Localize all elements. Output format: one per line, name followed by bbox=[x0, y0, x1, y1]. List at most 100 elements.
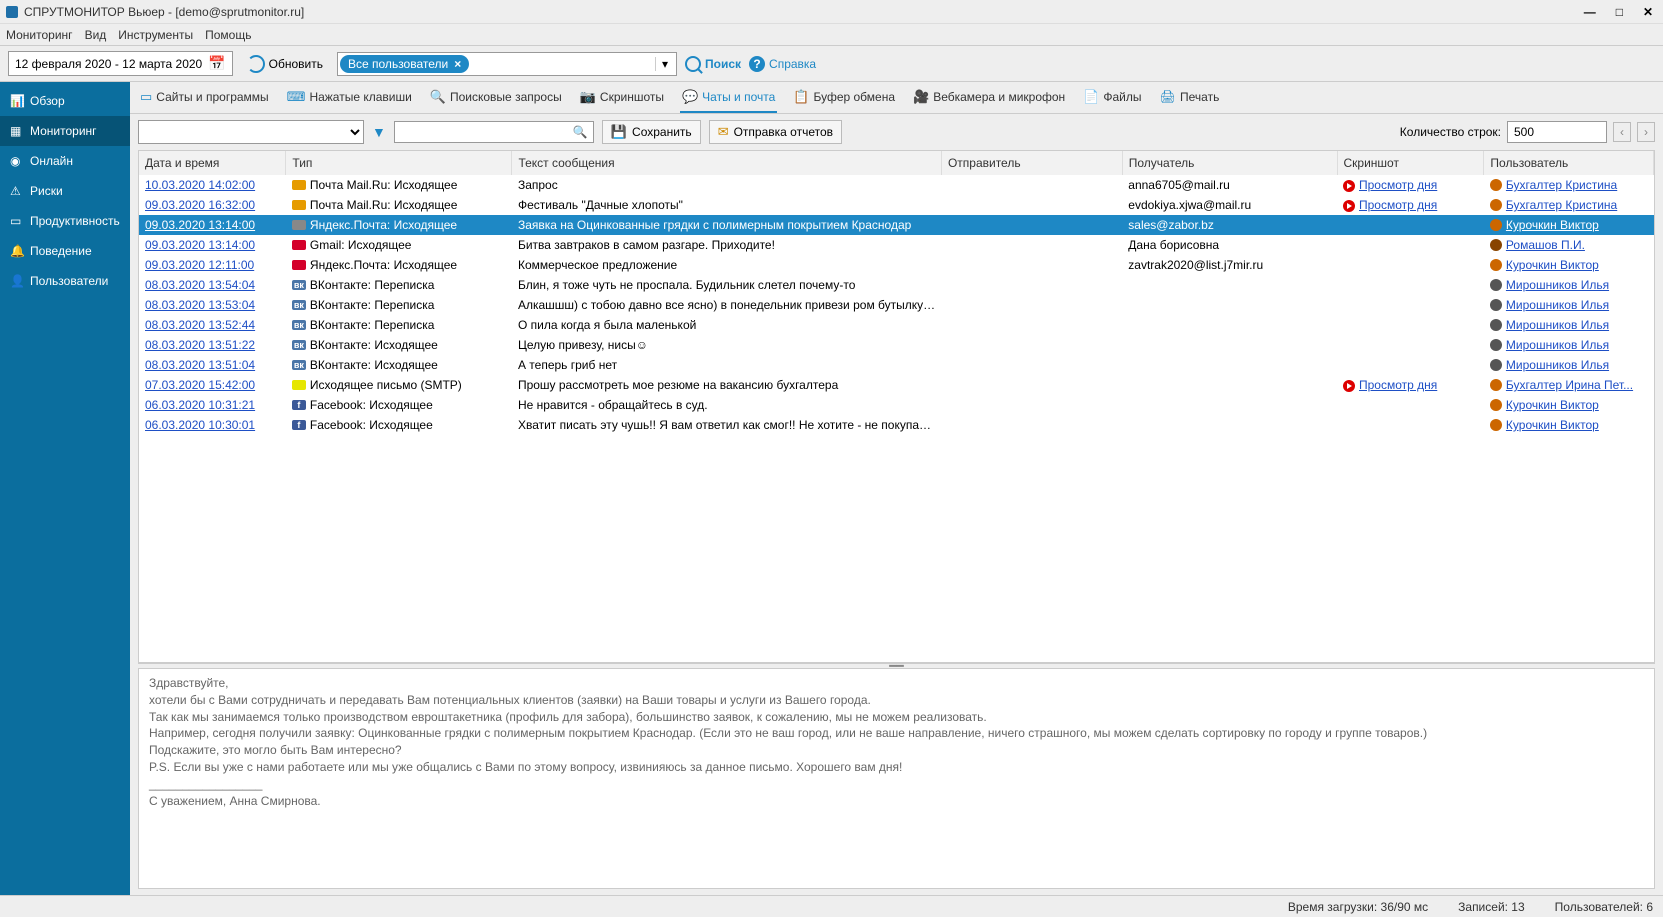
col-screenshot[interactable]: Скриншот bbox=[1337, 151, 1484, 175]
screenshot-link[interactable]: Просмотр дня bbox=[1359, 378, 1437, 392]
user-link[interactable]: Курочкин Виктор bbox=[1506, 258, 1599, 272]
table-row[interactable]: 09.03.2020 13:14:00 Яндекс.Почта: Исходящ… bbox=[139, 215, 1654, 235]
user-link[interactable]: Мирошников Илья bbox=[1506, 298, 1609, 312]
datetime-link[interactable]: 10.03.2020 14:02:00 bbox=[145, 178, 255, 192]
datetime-link[interactable]: 06.03.2020 10:31:21 bbox=[145, 398, 255, 412]
table-row[interactable]: 08.03.2020 13:51:22вкВКонтакте: Исходяще… bbox=[139, 335, 1654, 355]
table-row[interactable]: 09.03.2020 13:14:00Gmail: ИсходящееБитва… bbox=[139, 235, 1654, 255]
tab-keystrokes[interactable]: ⌨Нажатые клавиши bbox=[285, 83, 414, 113]
menu-tools[interactable]: Инструменты bbox=[118, 28, 193, 42]
send-reports-button[interactable]: ✉Отправка отчетов bbox=[709, 120, 842, 144]
datetime-link[interactable]: 09.03.2020 12:11:00 bbox=[145, 258, 254, 272]
filter-icon[interactable]: ▼ bbox=[372, 124, 386, 140]
type-filter[interactable] bbox=[138, 120, 364, 144]
table-row[interactable]: 06.03.2020 10:31:21fFacebook: ИсходящееН… bbox=[139, 395, 1654, 415]
tab-files[interactable]: 📄Файлы bbox=[1081, 83, 1143, 113]
menubar: Мониторинг Вид Инструменты Помощь bbox=[0, 24, 1663, 46]
tab-screenshots[interactable]: 📷Скриншоты bbox=[578, 83, 666, 113]
maximize-button[interactable]: □ bbox=[1612, 5, 1627, 19]
table-row[interactable]: 08.03.2020 13:51:04вкВКонтакте: Исходяще… bbox=[139, 355, 1654, 375]
user-link[interactable]: Бухгалтер Кристина bbox=[1506, 198, 1617, 212]
sidebar-item-online[interactable]: ◉Онлайн bbox=[0, 146, 130, 176]
sidebar-item-behavior[interactable]: 🔔Поведение bbox=[0, 236, 130, 266]
search-button[interactable]: Поиск bbox=[685, 56, 741, 72]
message-text: Прошу рассмотреть мое резюме на вакансию… bbox=[512, 375, 941, 395]
datetime-link[interactable]: 06.03.2020 10:30:01 bbox=[145, 418, 255, 432]
user-link[interactable]: Бухгалтер Кристина bbox=[1506, 178, 1617, 192]
status-loadtime: Время загрузки: 36/90 мс bbox=[1288, 900, 1428, 914]
menu-help[interactable]: Помощь bbox=[205, 28, 251, 42]
user-link[interactable]: Курочкин Виктор bbox=[1506, 418, 1599, 432]
prev-page-button[interactable]: ‹ bbox=[1613, 122, 1631, 142]
table-row[interactable]: 10.03.2020 14:02:00Почта Mail.Ru: Исходя… bbox=[139, 175, 1654, 195]
table-row[interactable]: 09.03.2020 16:32:00Почта Mail.Ru: Исходя… bbox=[139, 195, 1654, 215]
col-text[interactable]: Текст сообщения bbox=[512, 151, 941, 175]
menu-view[interactable]: Вид bbox=[85, 28, 107, 42]
refresh-button[interactable]: Обновить bbox=[241, 52, 329, 76]
next-page-button[interactable]: › bbox=[1637, 122, 1655, 142]
tab-webcam[interactable]: 🎥Вебкамера и микрофон bbox=[911, 83, 1067, 113]
text-search[interactable]: 🔍 bbox=[394, 121, 594, 143]
help-icon: ? bbox=[749, 56, 765, 72]
tab-clipboard[interactable]: 📋Буфер обмена bbox=[791, 83, 897, 113]
col-user[interactable]: Пользователь bbox=[1484, 151, 1654, 175]
user-filter-pill[interactable]: Все пользователи × bbox=[340, 55, 469, 73]
sidebar-item-monitoring[interactable]: ▦Мониторинг bbox=[0, 116, 130, 146]
datetime-link[interactable]: 09.03.2020 16:32:00 bbox=[145, 198, 255, 212]
tab-chats-mail[interactable]: 💬Чаты и почта bbox=[680, 83, 777, 113]
search-icon[interactable]: 🔍 bbox=[573, 125, 588, 139]
close-button[interactable]: ✕ bbox=[1639, 5, 1657, 19]
screenshot-link[interactable]: Просмотр дня bbox=[1359, 178, 1437, 192]
help-button[interactable]: ? Справка bbox=[749, 56, 816, 72]
datetime-link[interactable]: 09.03.2020 13:14:00 bbox=[145, 218, 255, 232]
col-recipient[interactable]: Получатель bbox=[1122, 151, 1337, 175]
remove-filter-icon[interactable]: × bbox=[454, 57, 461, 71]
online-icon: ◉ bbox=[10, 154, 24, 168]
user-link[interactable]: Мирошников Илья bbox=[1506, 278, 1609, 292]
sidebar-item-users[interactable]: 👤Пользователи bbox=[0, 266, 130, 296]
user-link[interactable]: Ромашов П.И. bbox=[1506, 238, 1585, 252]
minimize-button[interactable]: — bbox=[1580, 5, 1600, 19]
user-link[interactable]: Бухгалтер Ирина Пет... bbox=[1506, 378, 1633, 392]
text-search-input[interactable] bbox=[394, 121, 594, 143]
dropdown-icon[interactable]: ▾ bbox=[655, 57, 674, 71]
datetime-link[interactable]: 08.03.2020 13:53:04 bbox=[145, 298, 255, 312]
user-filter[interactable]: Все пользователи × ▾ bbox=[337, 52, 677, 76]
table-row[interactable]: 08.03.2020 13:54:04вкВКонтакте: Переписк… bbox=[139, 275, 1654, 295]
recipient-text: sales@zabor.bz bbox=[1122, 215, 1337, 235]
save-button[interactable]: 💾Сохранить bbox=[602, 120, 701, 144]
col-type[interactable]: Тип bbox=[286, 151, 512, 175]
tab-sites[interactable]: ▭Сайты и программы bbox=[138, 83, 271, 113]
table-row[interactable]: 08.03.2020 13:52:44вкВКонтакте: Переписк… bbox=[139, 315, 1654, 335]
table-row[interactable]: 07.03.2020 15:42:00Исходящее письмо (SMT… bbox=[139, 375, 1654, 395]
type-icon bbox=[292, 220, 306, 230]
sidebar-item-productivity[interactable]: ▭Продуктивность bbox=[0, 206, 130, 236]
table-row[interactable]: 06.03.2020 10:30:01fFacebook: ИсходящееХ… bbox=[139, 415, 1654, 435]
screenshot-link[interactable]: Просмотр дня bbox=[1359, 198, 1437, 212]
sender-text bbox=[941, 295, 1122, 315]
user-link[interactable]: Мирошников Илья bbox=[1506, 318, 1609, 332]
datetime-link[interactable]: 08.03.2020 13:52:44 bbox=[145, 318, 255, 332]
datetime-link[interactable]: 08.03.2020 13:54:04 bbox=[145, 278, 255, 292]
table-row[interactable]: 09.03.2020 12:11:00 Яндекс.Почта: Исходящ… bbox=[139, 255, 1654, 275]
datetime-link[interactable]: 09.03.2020 13:14:00 bbox=[145, 238, 255, 252]
col-sender[interactable]: Отправитель bbox=[941, 151, 1122, 175]
date-range-picker[interactable]: 12 февраля 2020 - 12 марта 2020 📅 bbox=[8, 51, 233, 76]
tab-print[interactable]: 🖨Печать bbox=[1158, 83, 1222, 113]
table-row[interactable]: 08.03.2020 13:53:04вкВКонтакте: Переписк… bbox=[139, 295, 1654, 315]
sidebar-item-risks[interactable]: ⚠Риски bbox=[0, 176, 130, 206]
datetime-link[interactable]: 08.03.2020 13:51:04 bbox=[145, 358, 255, 372]
user-link[interactable]: Курочкин Виктор bbox=[1506, 218, 1599, 232]
datetime-link[interactable]: 08.03.2020 13:51:22 bbox=[145, 338, 255, 352]
type-text: Яндекс.Почта: Исходящее bbox=[310, 218, 457, 232]
rowcount-input[interactable] bbox=[1507, 121, 1607, 143]
tab-search[interactable]: 🔍Поисковые запросы bbox=[428, 83, 564, 113]
col-datetime[interactable]: Дата и время bbox=[139, 151, 286, 175]
datetime-link[interactable]: 07.03.2020 15:42:00 bbox=[145, 378, 255, 392]
type-text: Яндекс.Почта: Исходящее bbox=[310, 258, 457, 272]
user-link[interactable]: Мирошников Илья bbox=[1506, 338, 1609, 352]
user-link[interactable]: Курочкин Виктор bbox=[1506, 398, 1599, 412]
menu-monitoring[interactable]: Мониторинг bbox=[6, 28, 73, 42]
user-link[interactable]: Мирошников Илья bbox=[1506, 358, 1609, 372]
sidebar-item-overview[interactable]: 📊Обзор bbox=[0, 86, 130, 116]
